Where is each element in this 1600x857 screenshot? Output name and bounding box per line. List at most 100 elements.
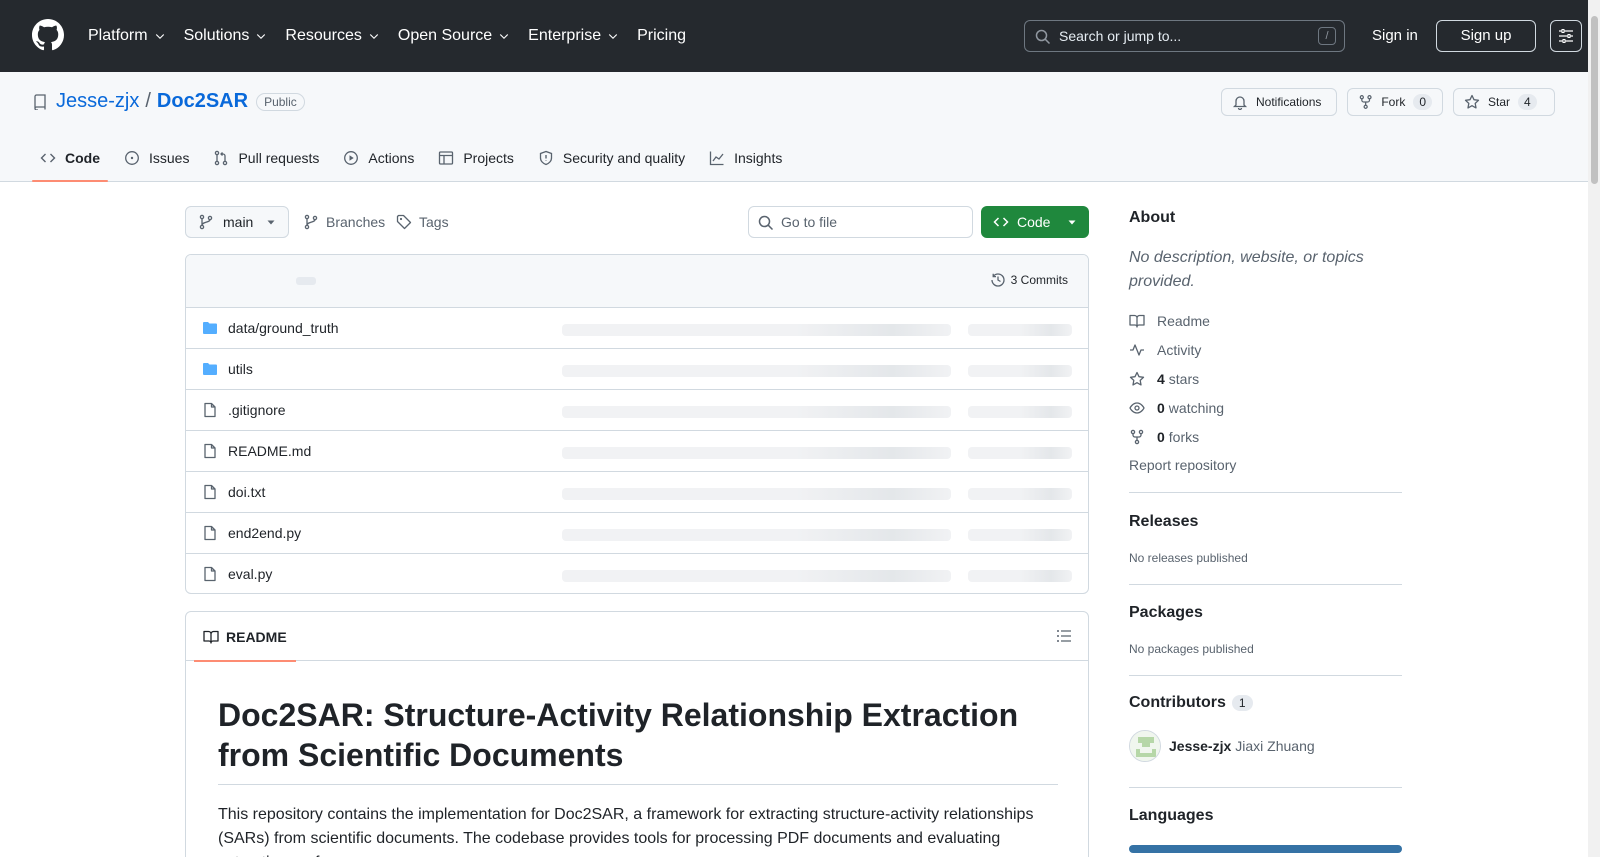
notifications-button[interactable]: Notifications [1221,88,1337,116]
go-to-file-input[interactable]: Go to file [748,206,973,238]
file-name-link[interactable]: utils [228,361,253,377]
commit-message-skeleton [562,406,951,418]
commit-date-skeleton [968,324,1072,336]
readme-link[interactable]: Readme [1129,313,1210,329]
nav-enterprise[interactable]: Enterprise [528,27,619,45]
code-download-button[interactable]: Code [981,206,1089,238]
readme-tab[interactable]: README [194,612,296,662]
search-icon [1035,29,1051,45]
file-name-link[interactable]: README.md [228,443,311,459]
file-name-link[interactable]: data/ground_truth [228,320,339,336]
commit-date-skeleton [968,447,1072,459]
packages-empty-text: No packages published [1129,642,1254,656]
github-logo-icon[interactable] [32,19,64,51]
fork-icon [1130,429,1144,445]
tab-label: Actions [368,150,415,166]
language-bar [1129,845,1402,853]
repo-name-link[interactable]: Doc2SAR [157,90,248,113]
file-name-link[interactable]: eval.py [228,566,272,582]
commits-link[interactable]: 3 Commits [990,272,1068,288]
settings-menu-button[interactable] [1550,20,1582,52]
stars-count: 4 [1157,371,1165,387]
tab-projects[interactable]: Projects [430,134,522,182]
file-icon-wrap [202,443,218,459]
stars-link[interactable]: 4 stars [1129,371,1199,387]
star-button[interactable]: Star 4 [1453,88,1555,116]
nav-resources[interactable]: Resources [285,27,379,45]
file-icon [204,402,216,418]
commit-message-skeleton [562,324,951,336]
nav-label: Open Source [397,27,493,44]
chevron-down-icon [155,34,164,40]
file-row[interactable]: eval.py [186,554,1088,593]
about-heading: About [1129,209,1176,226]
branches-link[interactable]: Branches [303,214,385,230]
branch-name: main [223,214,254,230]
page-scrollbar[interactable] [1588,0,1600,857]
nav-platform[interactable]: Platform [88,27,166,45]
watchers-link[interactable]: 0 watching [1129,400,1224,416]
activity-link-label: Activity [1157,342,1202,358]
file-row[interactable]: .gitignore [186,390,1088,431]
divider [1129,584,1402,585]
file-row[interactable]: doi.txt [186,472,1088,513]
divider [1129,787,1402,788]
nav-pricing[interactable]: Pricing [637,27,686,45]
commit-date-skeleton [968,365,1072,377]
tab-security[interactable]: Security and quality [530,134,693,182]
contributor-item[interactable]: Jesse-zjx Jiaxi Zhuang [1129,730,1315,762]
file-row[interactable]: utils [186,349,1088,390]
tab-code[interactable]: Code [32,134,108,182]
nav-label: Pricing [637,27,686,44]
tab-pull-requests[interactable]: Pull requests [205,134,327,182]
play-icon [344,151,359,165]
tab-label: Projects [463,150,514,166]
search-input[interactable]: Search or jump to... / [1024,20,1345,52]
nav-open-source[interactable]: Open Source [398,27,510,45]
list-icon[interactable] [1056,628,1072,644]
star-count: 4 [1518,94,1537,110]
commit-date-skeleton [968,529,1072,541]
contributors-heading[interactable]: Contributors 1 [1129,694,1253,712]
eye-icon [1129,402,1145,414]
repo-icon [34,93,46,110]
history-icon [991,273,1005,287]
pulse-icon [1130,344,1144,356]
file-name-link[interactable]: end2end.py [228,525,301,541]
top-nav: Platform Solutions Resources Open Source… [88,0,704,72]
nav-solutions[interactable]: Solutions [184,27,268,45]
sign-up-button[interactable]: Sign up [1436,20,1536,52]
forks-link[interactable]: 0 forks [1129,429,1199,445]
packages-heading[interactable]: Packages [1129,604,1203,622]
code-button-label: Code [1017,214,1051,230]
commit-message-skeleton [562,365,951,377]
file-name-link[interactable]: doi.txt [228,484,265,500]
tab-insights[interactable]: Insights [701,134,790,182]
tags-link[interactable]: Tags [396,214,449,230]
file-icon-wrap [202,566,218,582]
repo-tabs: Code Issues Pull requests Actions Projec… [32,134,798,182]
report-repository-link[interactable]: Report repository [1129,457,1236,473]
tab-label: Security and quality [562,150,686,166]
file-name-link[interactable]: .gitignore [228,402,286,418]
scrollbar-thumb[interactable] [1591,16,1598,184]
repo-owner-link[interactable]: Jesse-zjx [56,90,139,113]
branch-selector[interactable]: main [185,206,289,238]
contributor-login[interactable]: Jesse-zjx [1169,738,1231,754]
sign-in-link[interactable]: Sign in [1372,27,1418,44]
fork-count: 0 [1413,94,1432,110]
branches-label: Branches [326,214,386,230]
tab-issues[interactable]: Issues [116,134,197,182]
activity-link[interactable]: Activity [1129,342,1201,358]
file-list: data/ground_truthutils .gitignore README.m… [186,308,1088,593]
fork-button[interactable]: Fork 0 [1347,88,1443,116]
file-row[interactable]: data/ground_truth [186,308,1088,349]
graph-icon [709,151,724,166]
tab-actions[interactable]: Actions [335,134,422,182]
releases-heading[interactable]: Releases [1129,513,1198,531]
commit-message-skeleton [562,488,951,500]
file-row[interactable]: README.md [186,431,1088,472]
file-row[interactable]: end2end.py [186,513,1088,554]
avatar[interactable] [1129,730,1161,762]
folder-icon-wrap [202,361,218,377]
